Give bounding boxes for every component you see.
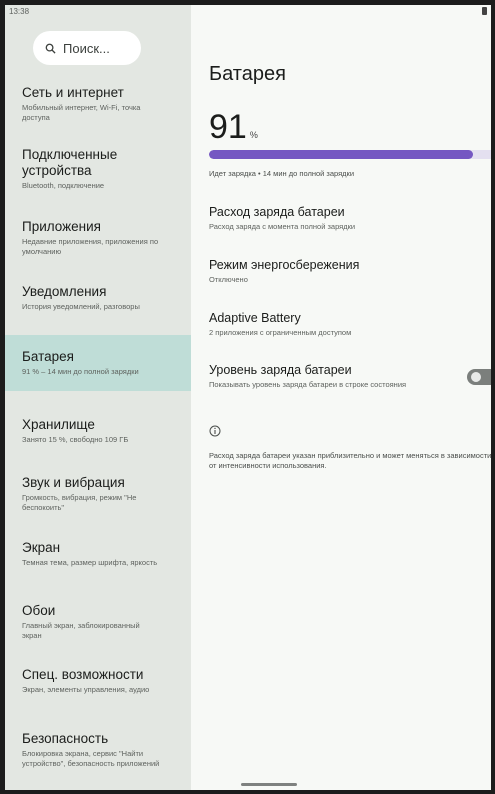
sidebar-item-subtitle: Недавние приложения, приложения по умолч… — [22, 237, 159, 256]
sidebar-item-subtitle: Блокировка экрана, сервис "Найти устройс… — [22, 749, 160, 768]
item-title: Режим энергосбережения — [209, 258, 360, 272]
search-placeholder: Поиск... — [63, 40, 110, 56]
status-bar: 13:38 — [5, 5, 491, 23]
battery-level-bar-fill — [209, 150, 473, 159]
sidebar-item-title: Уведомления — [22, 284, 107, 299]
adaptive-battery-item[interactable]: Adaptive Battery 2 приложения с ограниче… — [209, 311, 491, 338]
sidebar-item-subtitle: Темная тема, размер шрифта, яркость — [22, 558, 158, 567]
charge-status: Идет зарядка • 14 мин до полной зарядки — [209, 169, 355, 178]
item-subtitle: 2 приложения с ограниченным доступом — [209, 328, 352, 337]
item-title: Уровень заряда батареи — [209, 363, 352, 377]
sidebar-item-title: Сеть и интернет — [22, 85, 124, 100]
item-title: Adaptive Battery — [209, 311, 301, 325]
sidebar-item-title: Безопасность — [22, 731, 109, 746]
search-icon — [45, 43, 56, 54]
item-subtitle: Расход заряда с момента полной зарядки — [209, 222, 356, 231]
sidebar-item-title: Звук и вибрация — [22, 475, 125, 490]
sidebar-item-subtitle: 91 % – 14 мин до полной зарядки — [22, 367, 139, 376]
gesture-nav-handle[interactable] — [241, 783, 297, 786]
sidebar-item-display[interactable]: Экран Темная тема, размер шрифта, яркост… — [5, 540, 191, 568]
sidebar-item-battery[interactable]: Батарея 91 % – 14 мин до полной зарядки — [5, 335, 191, 391]
sidebar-item-subtitle: Мобильный интернет, Wi-Fi, точка доступа — [22, 103, 141, 122]
page-title: Батарея — [209, 63, 286, 85]
item-subtitle: Отключено — [209, 275, 248, 284]
search-button[interactable]: Поиск... — [33, 31, 141, 65]
sidebar-item-subtitle: История уведомлений, разговоры — [22, 302, 140, 311]
sidebar-item-sound[interactable]: Звук и вибрация Громкость, вибрация, реж… — [5, 475, 191, 513]
sidebar-item-title: Приложения — [22, 219, 101, 234]
battery-saver-item[interactable]: Режим энергосбережения Отключено — [209, 258, 491, 285]
settings-sidebar: Поиск... Сеть и интернет Мобильный интер… — [5, 5, 191, 790]
battery-level: 91% — [209, 108, 258, 147]
item-subtitle: Показывать уровень заряда батареи в стро… — [209, 380, 407, 389]
sidebar-item-network[interactable]: Сеть и интернет Мобильный интернет, Wi-F… — [5, 85, 191, 123]
battery-percentage-toggle[interactable] — [467, 369, 491, 385]
battery-level-bar — [209, 150, 491, 159]
battery-level-value: 91 — [209, 108, 247, 146]
sidebar-item-subtitle: Bluetooth, подключение — [22, 181, 105, 190]
battery-usage-footnote: Расход заряда батареи указан приблизител… — [209, 451, 491, 470]
battery-usage-item[interactable]: Расход заряда батареи Расход заряда с мо… — [209, 205, 491, 232]
sidebar-item-title: Экран — [22, 540, 61, 555]
sidebar-item-title: Хранилище — [22, 417, 95, 432]
battery-percentage-item[interactable]: Уровень заряда батареи Показывать уровен… — [209, 363, 449, 390]
sidebar-item-title: Спец. возможности — [22, 667, 144, 682]
sidebar-item-subtitle: Громкость, вибрация, режим "Не беспокоит… — [22, 493, 137, 512]
sidebar-item-subtitle: Экран, элементы управления, аудио — [22, 685, 150, 694]
settings-screen: 13:38 Поиск... Сеть и интернет Мобильный… — [5, 5, 491, 790]
sidebar-item-subtitle: Главный экран, заблокированный экран — [22, 621, 140, 640]
info-icon — [209, 425, 221, 437]
battery-status-icon — [482, 7, 487, 15]
battery-level-unit: % — [249, 130, 258, 140]
item-title: Расход заряда батареи — [209, 205, 345, 219]
sidebar-item-notifications[interactable]: Уведомления История уведомлений, разгово… — [5, 284, 191, 312]
sidebar-item-accessibility[interactable]: Спец. возможности Экран, элементы управл… — [5, 667, 191, 695]
sidebar-item-title: Обои — [22, 603, 56, 618]
status-time: 13:38 — [9, 7, 30, 16]
sidebar-item-wallpaper[interactable]: Обои Главный экран, заблокированный экра… — [5, 603, 191, 641]
sidebar-item-title: Подключенные устройства — [22, 147, 118, 178]
sidebar-item-subtitle: Занято 15 %, свободно 109 ГБ — [22, 435, 129, 444]
sidebar-item-storage[interactable]: Хранилище Занято 15 %, свободно 109 ГБ — [5, 417, 191, 445]
sidebar-item-title: Батарея — [22, 349, 74, 364]
battery-settings-pane: Батарея 91% Идет зарядка • 14 мин до пол… — [191, 5, 491, 790]
sidebar-item-connected-devices[interactable]: Подключенные устройства Bluetooth, подкл… — [5, 147, 191, 191]
sidebar-item-apps[interactable]: Приложения Недавние приложения, приложен… — [5, 219, 191, 257]
toggle-knob — [471, 372, 481, 382]
sidebar-item-security[interactable]: Безопасность Блокировка экрана, сервис "… — [5, 731, 191, 769]
